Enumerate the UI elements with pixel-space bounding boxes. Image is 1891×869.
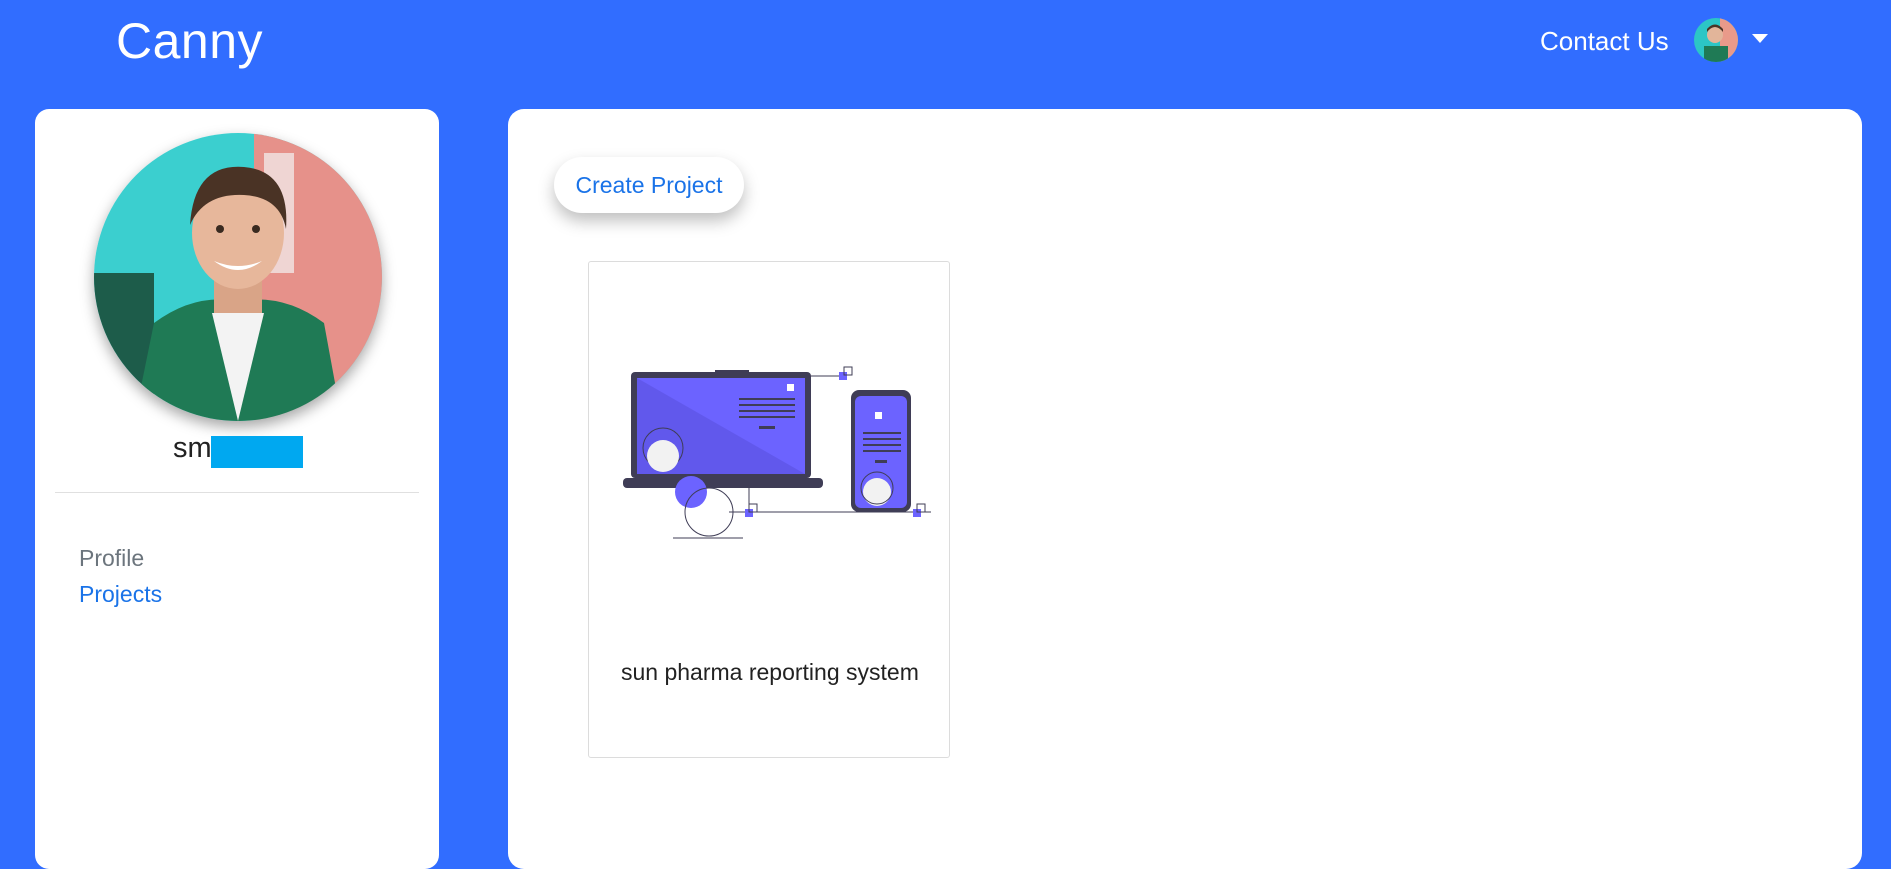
avatar-image xyxy=(1694,18,1738,62)
profile-photo xyxy=(94,133,382,421)
project-card[interactable]: sun pharma reporting system xyxy=(588,261,950,758)
create-project-button[interactable]: Create Project xyxy=(554,157,744,213)
project-title[interactable]: sun pharma reporting system xyxy=(621,654,921,690)
sidebar-divider xyxy=(55,492,419,493)
user-avatar[interactable] xyxy=(1694,18,1738,62)
redaction-bar xyxy=(211,436,303,468)
username: sm xyxy=(173,432,212,464)
account-dropdown-caret-icon[interactable] xyxy=(1752,34,1768,43)
sidebar-item-projects[interactable]: Projects xyxy=(79,581,162,608)
profile-sidebar: sm Profile Projects xyxy=(35,109,439,869)
sidebar-item-profile[interactable]: Profile xyxy=(79,545,144,572)
profile-photo-image xyxy=(94,133,382,421)
projects-panel: Create Project sun pharma reporting syst… xyxy=(508,109,1862,869)
contact-us-link[interactable]: Contact Us xyxy=(1540,26,1669,57)
brand-logo[interactable]: Canny xyxy=(116,12,263,70)
devices-illustration xyxy=(623,366,931,539)
